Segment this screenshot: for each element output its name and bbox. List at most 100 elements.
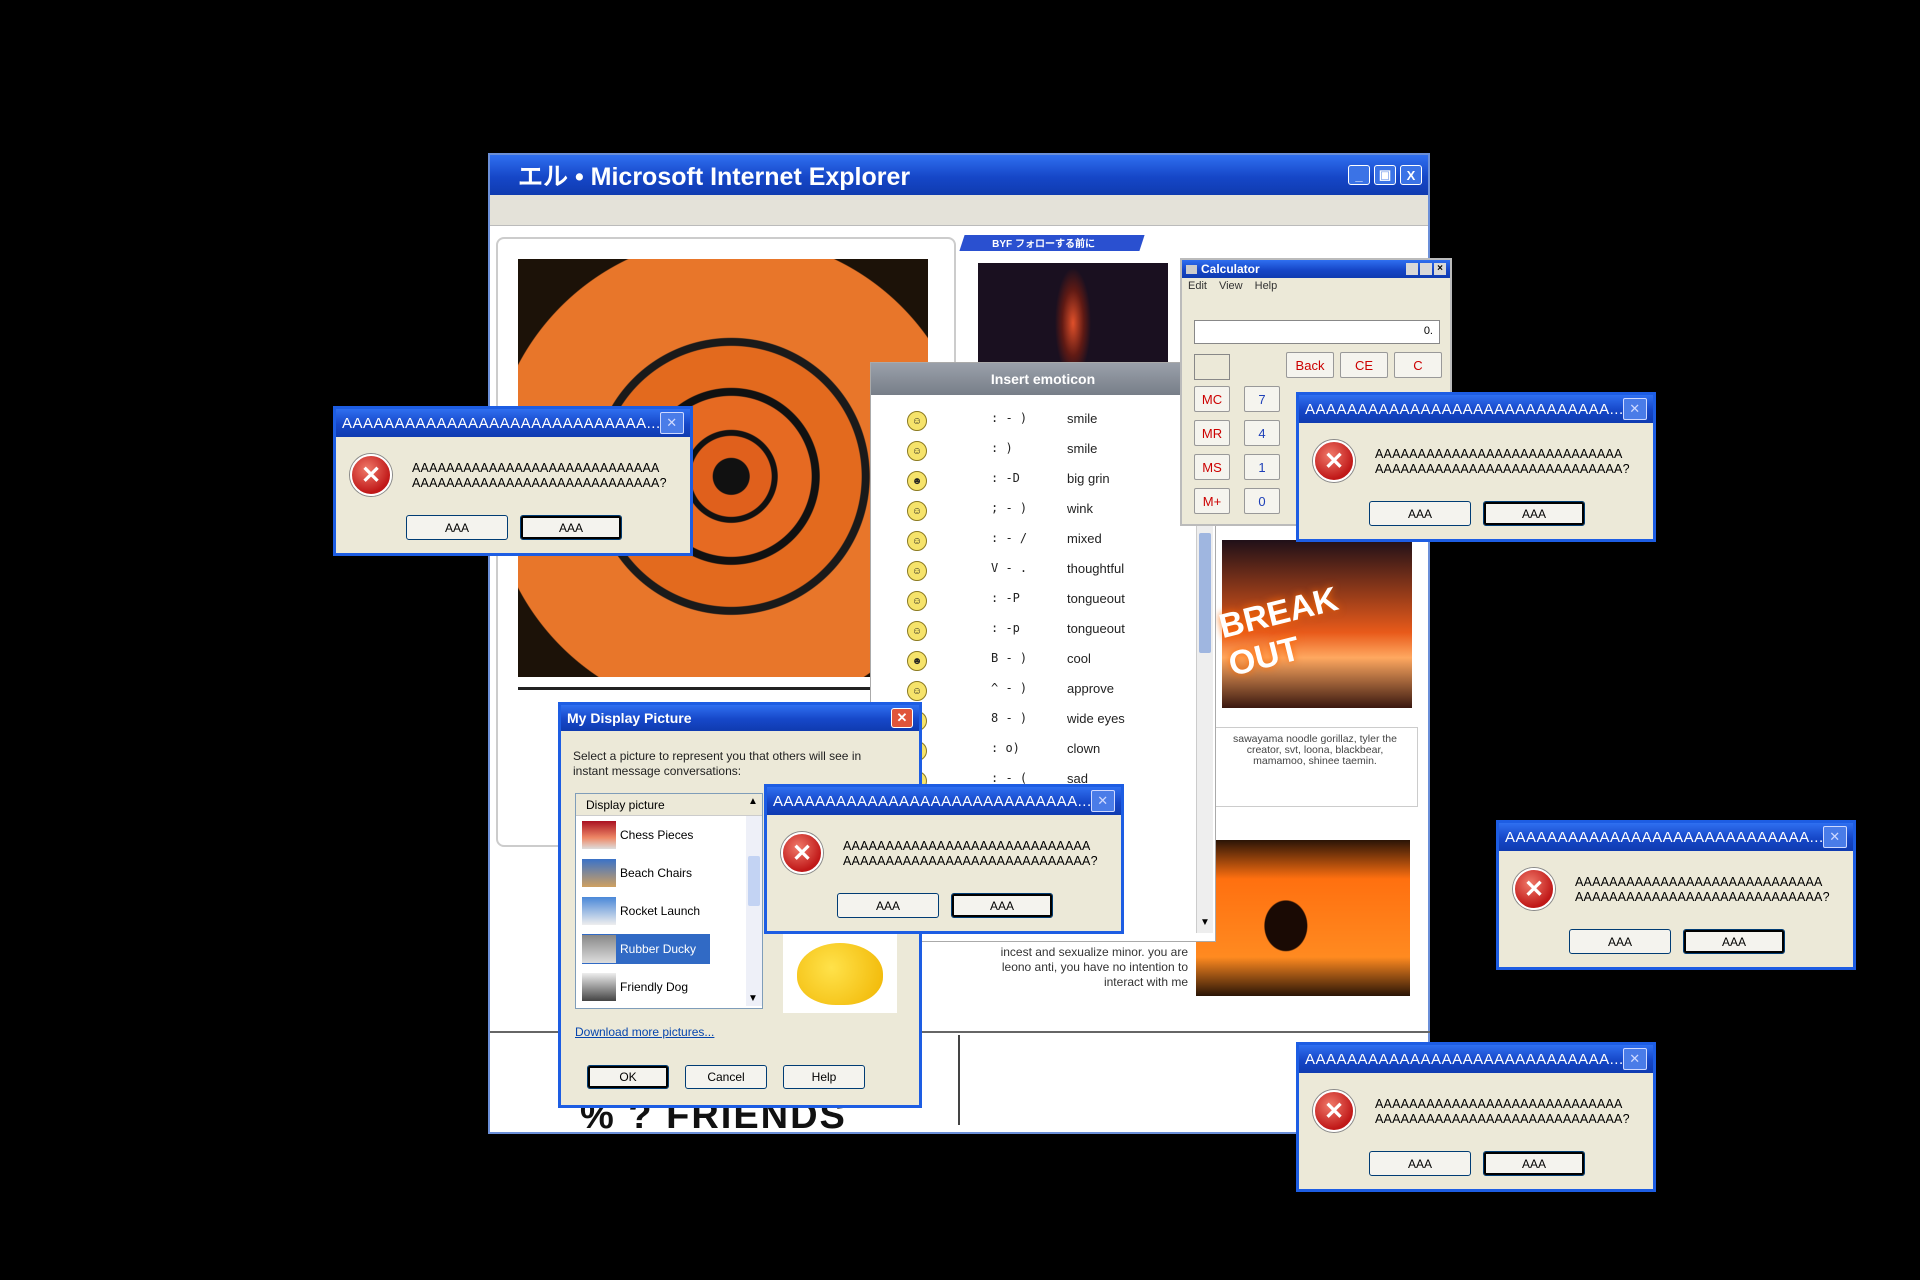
list-scroll-thumb[interactable] — [748, 856, 760, 906]
emoticon-code: : o) — [991, 741, 1020, 755]
divider — [518, 687, 928, 690]
error-message-line: AAAAAAAAAAAAAAAAAAAAAAAAAAAAA — [412, 461, 660, 475]
banner-tab: BYF フォローする前に — [959, 235, 1145, 251]
help-button[interactable]: Help — [783, 1065, 865, 1089]
calc-maximize-button[interactable] — [1420, 263, 1432, 275]
close-button[interactable]: X — [1400, 165, 1422, 185]
emoticon-item[interactable]: ☺ V - . thoughtful — [871, 561, 1191, 583]
back-button[interactable]: Back — [1286, 352, 1334, 378]
calc-minimize-button[interactable] — [1406, 263, 1418, 275]
picture-list-item[interactable]: Rubber Ducky — [582, 934, 710, 964]
emoticon-name: thoughtful — [1067, 561, 1125, 576]
smiley-icon: ☺ — [907, 501, 927, 521]
aaa-default-button[interactable]: AAA — [1483, 501, 1585, 526]
error-message-line: AAAAAAAAAAAAAAAAAAAAAAAAAAAAA? — [1375, 462, 1630, 476]
emoticon-name: smile — [1067, 411, 1098, 426]
digit-7-button[interactable]: 7 — [1244, 386, 1280, 412]
display-picture-list[interactable]: Display picture Chess Pieces Beach Chairs… — [575, 793, 763, 1009]
emoticon-item[interactable]: ☺: -p tongueout — [871, 621, 1191, 643]
emoticon-code: V - . — [991, 561, 1028, 575]
aaa-button[interactable]: AAA — [406, 515, 508, 540]
warning-text: incest and sexualize minor. you are leon… — [1000, 945, 1188, 989]
digit-1-button[interactable]: 1 — [1244, 454, 1280, 480]
emoticon-item[interactable]: ☻ B - ) cool — [871, 651, 1191, 673]
smiley-icon: ☻ — [907, 471, 927, 491]
aaa-button[interactable]: AAA — [1369, 501, 1471, 526]
close-icon[interactable]: ✕ — [1091, 790, 1115, 812]
emoticon-code: : -D — [991, 471, 1020, 485]
rubber-ducky-image — [797, 943, 883, 1005]
scroll-down-icon[interactable]: ▼ — [1198, 917, 1212, 931]
smiley-icon: ☺ — [907, 681, 927, 701]
menu-help[interactable]: Help — [1255, 280, 1278, 292]
picture-list-item[interactable]: Beach Chairs — [582, 858, 710, 888]
emoticon-code: : - / — [991, 531, 1028, 545]
mr-button[interactable]: MR — [1194, 420, 1230, 446]
aaa-default-button[interactable]: AAA — [520, 515, 622, 540]
m-plus-button[interactable]: M+ — [1194, 488, 1230, 514]
picture-list-item[interactable]: Friendly Dog — [582, 972, 710, 1002]
emoticon-scrollbar[interactable]: ▼ — [1196, 493, 1213, 933]
calc-close-button[interactable]: × — [1434, 263, 1446, 275]
emoticon-item[interactable]: ☺: - / mixed — [871, 531, 1191, 553]
ms-button[interactable]: MS — [1194, 454, 1230, 480]
error-titlebar[interactable]: AAAAAAAAAAAAAAAAAAAAAAAAAAAAA... ✕ — [1299, 1045, 1653, 1073]
calculator-titlebar[interactable]: Calculator × — [1182, 260, 1450, 278]
error-titlebar[interactable]: AAAAAAAAAAAAAAAAAAAAAAAAAAAAA... ✕ — [336, 409, 690, 437]
ok-button[interactable]: OK — [587, 1065, 669, 1089]
emoticon-code: 8 - ) — [991, 711, 1028, 725]
error-titlebar[interactable]: AAAAAAAAAAAAAAAAAAAAAAAAAAAAA... ✕ — [767, 787, 1121, 815]
smiley-icon: ☺ — [907, 561, 927, 581]
cancel-button[interactable]: Cancel — [685, 1065, 767, 1089]
aaa-default-button[interactable]: AAA — [1483, 1151, 1585, 1176]
download-more-link[interactable]: Download more pictures... — [575, 1025, 714, 1039]
mc-button[interactable]: MC — [1194, 386, 1230, 412]
error-dialog: AAAAAAAAAAAAAAAAAAAAAAAAAAAAA... ✕ ✕ AAAAAA… — [1296, 392, 1656, 542]
emoticon-item[interactable]: ☺: ) smile — [871, 441, 1191, 463]
close-icon[interactable]: ✕ — [1623, 1048, 1647, 1070]
close-icon[interactable]: ✕ — [891, 708, 913, 728]
picture-list-item[interactable]: Rocket Launch — [582, 896, 710, 926]
digit-0-button[interactable]: 0 — [1244, 488, 1280, 514]
c-button[interactable]: C — [1394, 352, 1442, 378]
emoticon-name: smile — [1067, 441, 1098, 456]
chevron-up-icon[interactable]: ▲ — [748, 796, 758, 807]
error-titlebar[interactable]: AAAAAAAAAAAAAAAAAAAAAAAAAAAAA... ✕ — [1499, 823, 1853, 851]
emoticon-item[interactable]: ☺: -P tongueout — [871, 591, 1191, 613]
menu-view[interactable]: View — [1219, 280, 1243, 292]
error-message: AAAAAAAAAAAAAAAAAAAAAAAAAAAAA AAAAAAAAAAA… — [1375, 447, 1630, 477]
emoticon-item[interactable]: ☺: - ) smile — [871, 411, 1191, 433]
emoticon-item[interactable]: ☺ ^ - ) approve — [871, 681, 1191, 703]
aaa-default-button[interactable]: AAA — [1683, 929, 1785, 954]
emoticon-item[interactable]: ☺ ; - ) wink — [871, 501, 1191, 523]
chevron-down-icon[interactable]: ▼ — [748, 993, 758, 1004]
digit-4-button[interactable]: 4 — [1244, 420, 1280, 446]
aaa-button[interactable]: AAA — [1569, 929, 1671, 954]
aaa-button[interactable]: AAA — [837, 893, 939, 918]
error-title: AAAAAAAAAAAAAAAAAAAAAAAAAAAAA... — [342, 414, 660, 432]
minimize-button[interactable]: _ — [1348, 165, 1370, 185]
list-scrollbar[interactable]: ▲ ▼ — [746, 796, 762, 1006]
scroll-thumb[interactable] — [1199, 533, 1211, 653]
ie-titlebar[interactable]: エル • Microsoft Internet Explorer _ ▣ X — [490, 155, 1428, 195]
picture-name: Rocket Launch — [620, 904, 701, 918]
display-picture-titlebar[interactable]: My Display Picture ✕ — [561, 705, 919, 731]
close-icon[interactable]: ✕ — [660, 412, 684, 434]
aaa-default-button[interactable]: AAA — [951, 893, 1053, 918]
emoticon-name: wink — [1067, 501, 1094, 516]
error-titlebar[interactable]: AAAAAAAAAAAAAAAAAAAAAAAAAAAAA... ✕ — [1299, 395, 1653, 423]
error-title: AAAAAAAAAAAAAAAAAAAAAAAAAAAAA... — [1305, 400, 1623, 418]
aaa-button[interactable]: AAA — [1369, 1151, 1471, 1176]
picture-list-item[interactable]: Chess Pieces — [582, 820, 710, 850]
close-icon[interactable]: ✕ — [1823, 826, 1847, 848]
emoticon-name: wide eyes — [1067, 711, 1125, 726]
vertical-divider — [958, 1035, 960, 1125]
smiley-icon: ☺ — [907, 621, 927, 641]
menu-edit[interactable]: Edit — [1188, 280, 1207, 292]
maximize-button[interactable]: ▣ — [1374, 165, 1396, 185]
close-icon[interactable]: ✕ — [1623, 398, 1647, 420]
ce-button[interactable]: CE — [1340, 352, 1388, 378]
emoticon-item[interactable]: ☻: -D big grin — [871, 471, 1191, 493]
picture-name: Rubber Ducky — [620, 942, 697, 956]
emoticon-name: mixed — [1067, 531, 1102, 546]
